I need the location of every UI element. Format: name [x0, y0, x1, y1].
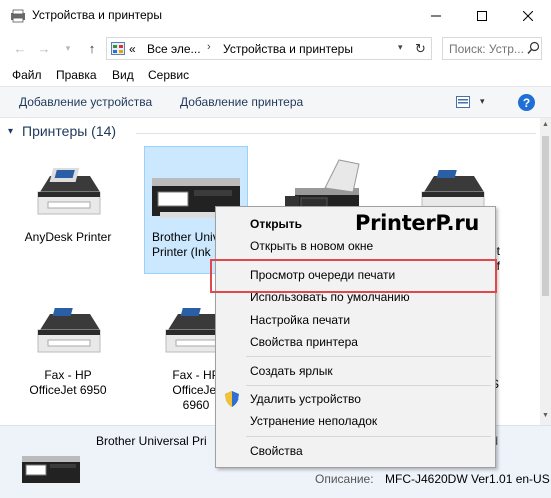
minimize-button[interactable]: [413, 0, 459, 32]
menu-item-open-new-window[interactable]: Открыть в новом окне: [216, 235, 495, 257]
context-menu: Открыть Открыть в новом окне Просмотр оч…: [215, 206, 496, 468]
address-dropdown-button[interactable]: ▾: [398, 42, 403, 53]
breadcrumb-devices-printers[interactable]: Устройства и принтеры: [223, 42, 353, 56]
menu-separator: [246, 356, 491, 357]
search-box[interactable]: [442, 37, 542, 60]
add-printer-button[interactable]: Добавление принтера: [180, 95, 303, 109]
breadcrumb-all-items[interactable]: Все эле...: [147, 42, 201, 56]
device-label: AnyDesk Printer: [24, 230, 112, 244]
printer-icon: [37, 308, 101, 353]
menu-item-remove-device[interactable]: Удалить устройство: [216, 388, 495, 410]
view-dropdown-button[interactable]: ▾: [480, 96, 485, 107]
maximize-button[interactable]: [459, 0, 505, 32]
details-device-name: Brother Universal Pri: [96, 434, 207, 448]
vertical-scrollbar[interactable]: ▲ ▼: [540, 118, 551, 425]
title-bar: Устройства и принтеры: [0, 0, 551, 32]
minimize-icon: [431, 15, 441, 17]
help-icon[interactable]: ?: [518, 94, 535, 111]
menu-edit[interactable]: Правка: [56, 68, 97, 82]
menu-view[interactable]: Вид: [112, 68, 134, 82]
shield-icon: [225, 391, 239, 407]
window-title: Устройства и принтеры: [32, 8, 162, 22]
view-options-icon[interactable]: [456, 96, 470, 108]
menu-item-printing-preferences[interactable]: Настройка печати: [216, 309, 495, 331]
control-panel-icon: [111, 42, 125, 55]
close-button[interactable]: [505, 0, 551, 32]
details-description-value: MFC-J4620DW Ver1.01 en-US: [385, 472, 550, 486]
menu-item-printer-properties[interactable]: Свойства принтера: [216, 331, 495, 353]
devices-printers-app-icon: [11, 9, 25, 23]
printers-group-header[interactable]: ▾ Принтеры (14): [8, 123, 538, 143]
search-icon: [527, 41, 540, 54]
menu-tools[interactable]: Сервис: [148, 68, 189, 82]
device-fax-hp-officejet-6950[interactable]: Fax - HP OfficeJet 6950: [16, 296, 120, 398]
details-description-label: Описание:: [315, 472, 374, 486]
breadcrumb-overflow[interactable]: «: [129, 42, 136, 56]
menu-file[interactable]: Файл: [12, 68, 42, 82]
address-row: ← → ▾ ↑ « Все эле... › Устройства и прин…: [0, 32, 551, 64]
close-icon: [523, 11, 533, 21]
printers-group-label: Принтеры (14): [22, 123, 117, 139]
search-input[interactable]: [443, 38, 525, 59]
recent-locations-button[interactable]: ▾: [60, 40, 76, 56]
annotation-highlight-box: [210, 259, 497, 293]
device-label-line1: Fax - HP: [44, 368, 92, 382]
add-device-button[interactable]: Добавление устройства: [19, 95, 152, 109]
menu-item-properties[interactable]: Свойства: [216, 440, 495, 462]
group-divider: [136, 133, 536, 134]
breadcrumb-separator[interactable]: ›: [207, 41, 211, 53]
scrollbar-thumb[interactable]: [542, 136, 549, 296]
forward-button[interactable]: →: [36, 40, 52, 56]
selected-printer-thumbnail: [22, 456, 80, 483]
device-anydesk-printer[interactable]: AnyDesk Printer: [16, 158, 120, 245]
menu-separator: [246, 436, 491, 437]
address-bar[interactable]: « Все эле... › Устройства и принтеры ▾ ↻: [106, 37, 432, 60]
menu-item-label: Удалить устройство: [250, 392, 361, 406]
device-label-line2: OfficeJet 6950: [29, 383, 107, 397]
menu-bar: Файл Правка Вид Сервис: [0, 64, 551, 86]
back-button[interactable]: ←: [12, 40, 28, 56]
watermark-text: PrinterP.ru: [355, 211, 480, 235]
refresh-button[interactable]: ↻: [415, 41, 426, 57]
menu-item-create-shortcut[interactable]: Создать ярлык: [216, 360, 495, 382]
collapse-chevron-icon[interactable]: ▾: [8, 126, 13, 137]
printer-icon: [37, 168, 101, 215]
up-button[interactable]: ↑: [84, 40, 100, 56]
command-bar: Добавление устройства Добавление принтер…: [0, 86, 551, 118]
maximize-icon: [477, 11, 487, 21]
scroll-down-icon[interactable]: ▼: [542, 412, 549, 419]
menu-separator: [246, 385, 491, 386]
scroll-up-icon[interactable]: ▲: [542, 121, 549, 128]
menu-item-troubleshoot[interactable]: Устранение неполадок: [216, 410, 495, 432]
